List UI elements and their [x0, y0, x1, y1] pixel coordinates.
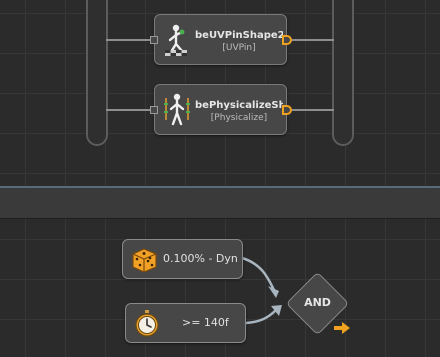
stopwatch-icon	[135, 310, 159, 337]
condition-label: 0.100% - Dyn	[163, 252, 238, 265]
random-chance-condition[interactable]: 0.100% - Dyn	[122, 239, 243, 279]
dice-icon	[132, 248, 157, 273]
condition-label: >= 140f	[182, 316, 229, 329]
frame-timer-condition[interactable]: >= 140f	[125, 303, 246, 343]
output-arrow-icon[interactable]	[334, 322, 350, 334]
and-gate-label: AND	[304, 296, 331, 309]
